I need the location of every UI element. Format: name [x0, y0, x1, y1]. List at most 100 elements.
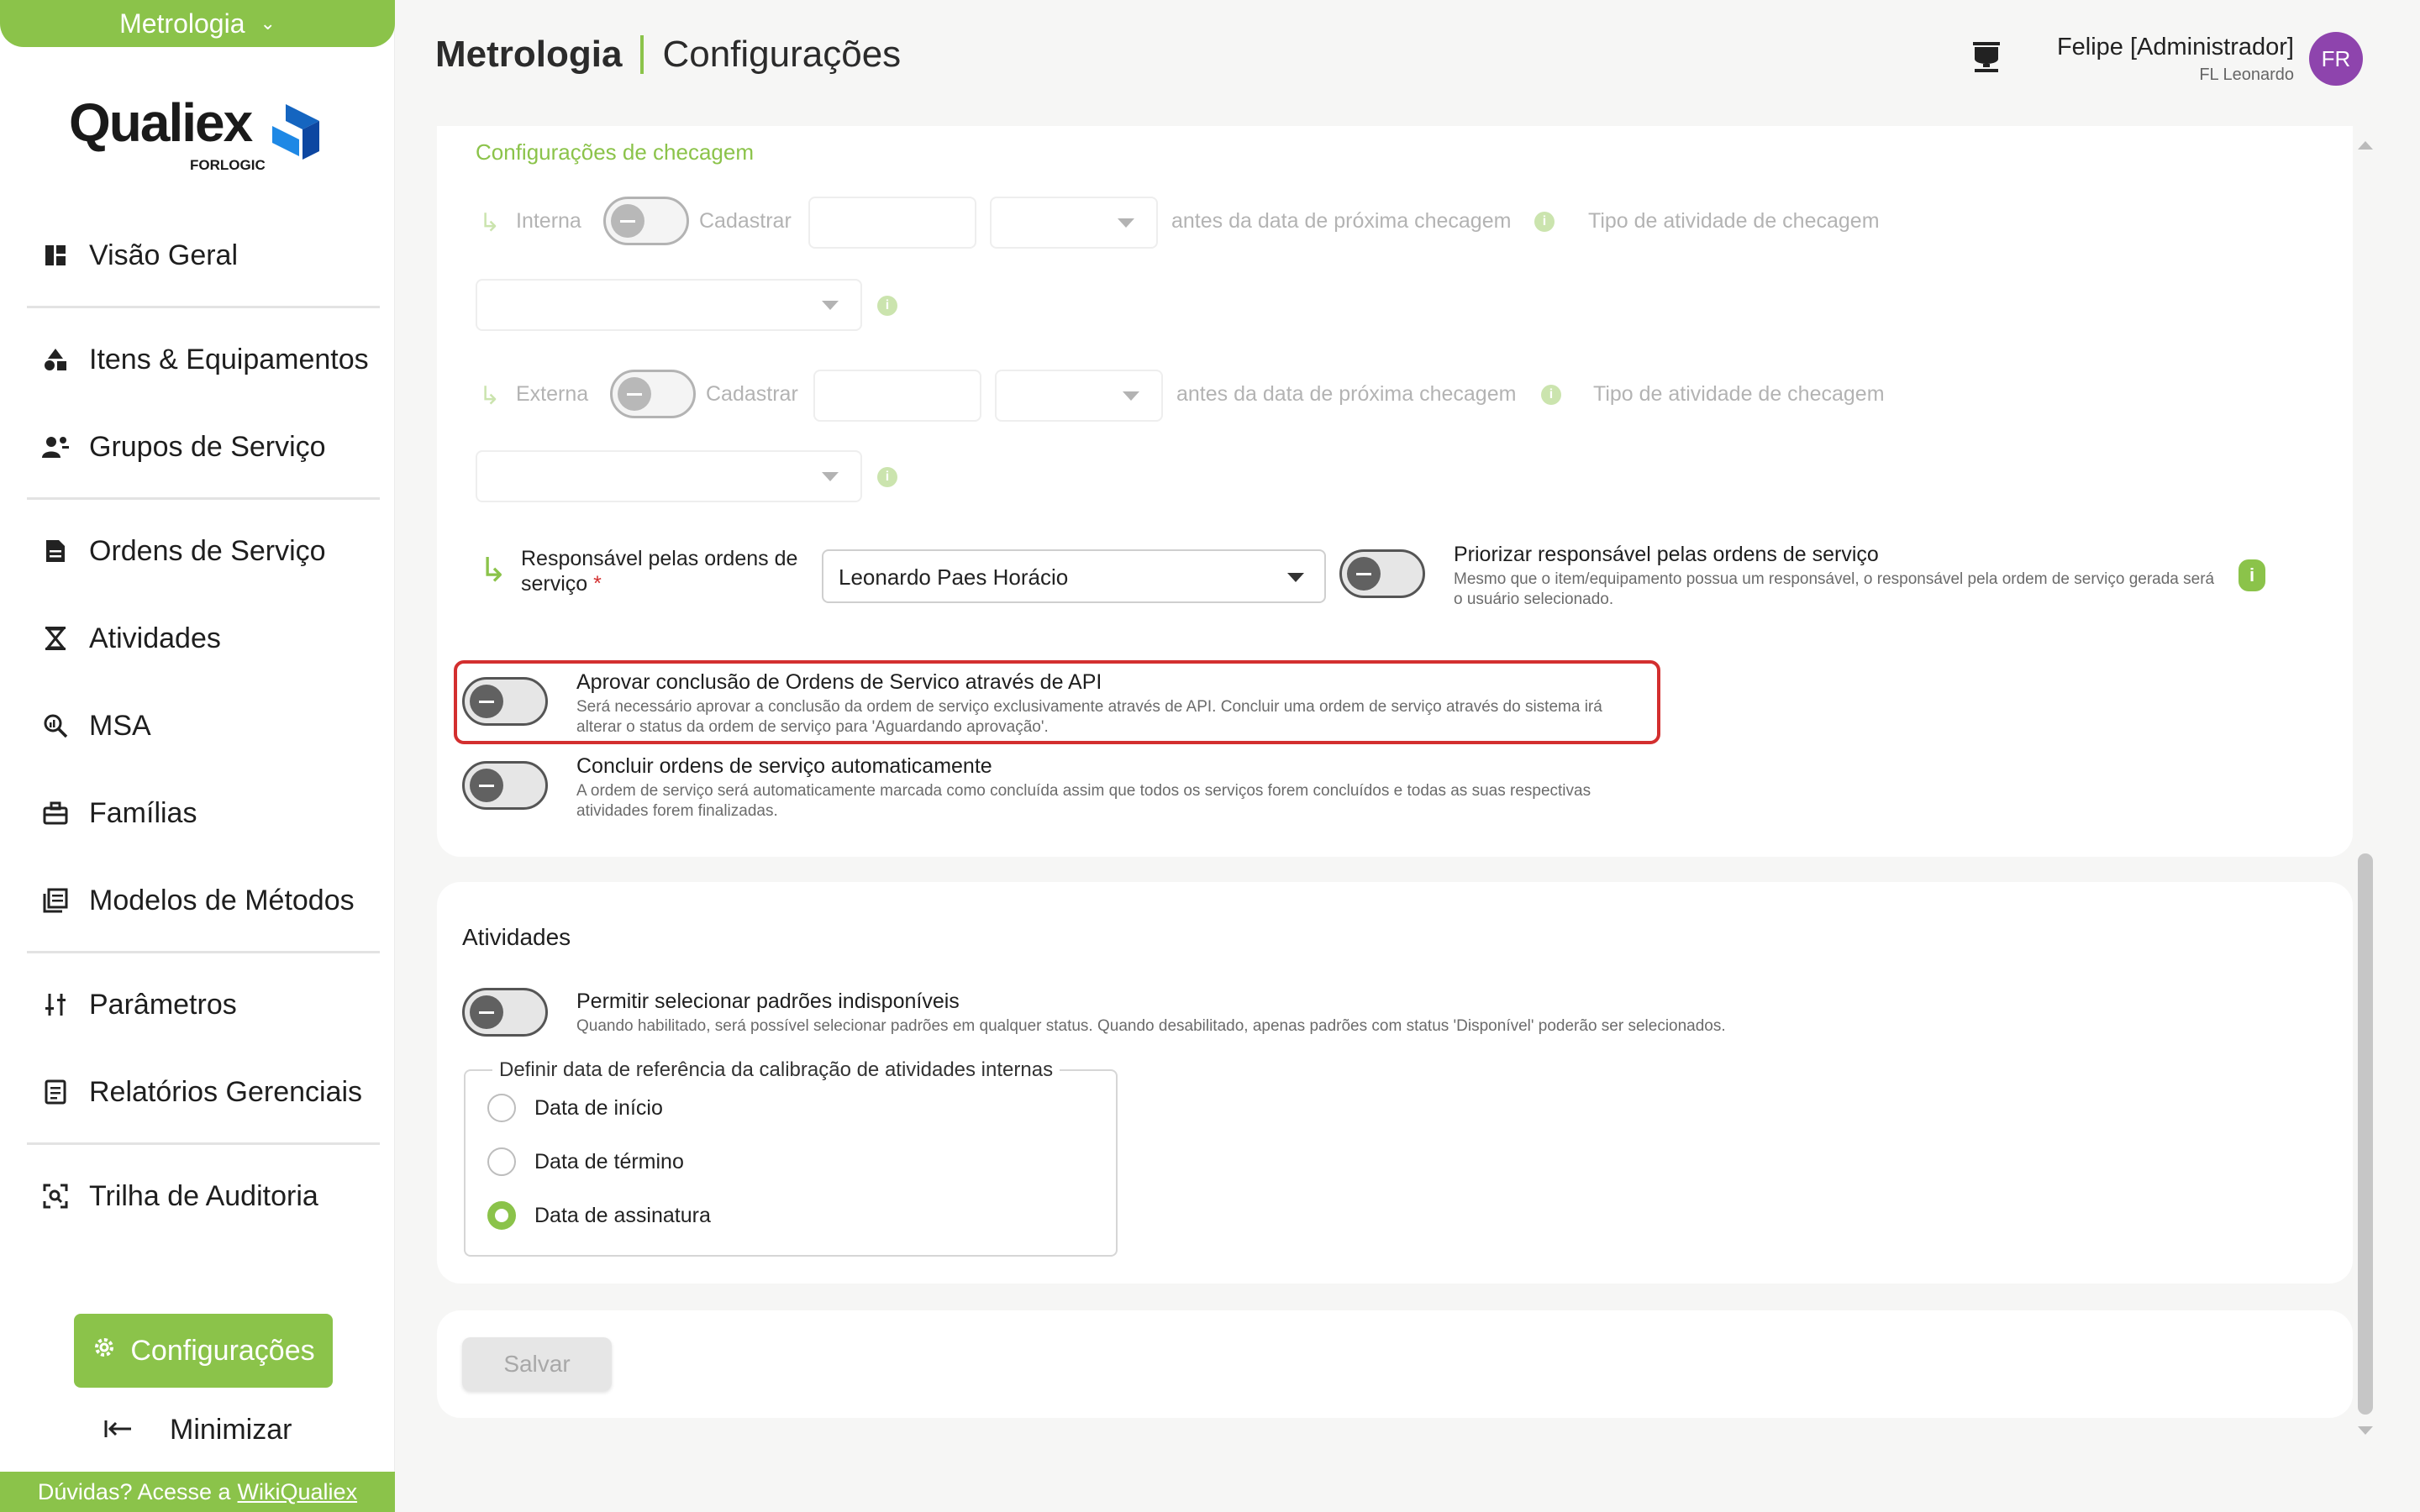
- activities-title: Atividades: [462, 924, 571, 950]
- info-icon[interactable]: i: [2238, 559, 2265, 591]
- gear-icon: [92, 1335, 117, 1368]
- divider: [27, 497, 380, 500]
- dashboard-icon: [40, 240, 71, 270]
- radio-button-selected[interactable]: [487, 1201, 516, 1230]
- auto-complete-title: Concluir ordens de serviço automaticamen…: [576, 754, 992, 778]
- sidebar-item-label: Famílias: [89, 796, 197, 829]
- before-date-label: antes da data de próxima checagem: [1171, 209, 1512, 233]
- scrollbar-thumb[interactable]: [2358, 853, 2373, 1415]
- prioritize-title: Priorizar responsável pelas ordens de se…: [1454, 543, 1879, 566]
- radio-label: Data de término: [534, 1149, 684, 1173]
- radio-data-termino[interactable]: Data de término: [487, 1147, 684, 1176]
- sidebar-item-trilha-auditoria[interactable]: Trilha de Auditoria: [40, 1171, 376, 1221]
- reference-date-legend: Definir data de referência da calibração…: [499, 1058, 1054, 1081]
- chevron-down-icon: [822, 472, 839, 481]
- internal-label: Interna: [516, 209, 581, 233]
- internal-activity-type-select[interactable]: [476, 279, 862, 331]
- radio-button[interactable]: [487, 1094, 516, 1122]
- sidebar: Metrologia ⌄ Qualiex FORLOGIC Visão Gera…: [0, 0, 395, 1512]
- scroll-down-arrow[interactable]: [2358, 1426, 2373, 1435]
- library-icon: [40, 885, 71, 916]
- group-icon: [40, 432, 71, 462]
- minimize-button[interactable]: Minimizar: [104, 1408, 292, 1452]
- internal-toggle[interactable]: [603, 197, 689, 245]
- hourglass-icon: [40, 623, 71, 654]
- external-unit-select[interactable]: [995, 370, 1163, 422]
- sidebar-item-label: Visão Geral: [89, 239, 239, 271]
- sidebar-item-atividades[interactable]: Atividades: [40, 613, 376, 664]
- unavailable-standards-desc: Quando habilitado, será possível selecio…: [576, 1017, 1726, 1035]
- register-label: Cadastrar: [706, 382, 798, 406]
- auto-complete-toggle[interactable]: [462, 761, 548, 810]
- approve-api-toggle[interactable]: [462, 677, 548, 726]
- collapse-icon: [104, 1414, 133, 1446]
- unavailable-standards-toggle[interactable]: [462, 988, 548, 1037]
- sidebar-item-label: Relatórios Gerenciais: [89, 1075, 363, 1108]
- sidebar-item-modelos-metodos[interactable]: Modelos de Métodos: [40, 875, 376, 926]
- activity-type-label: Tipo de atividade de checagem: [1593, 382, 1885, 406]
- scroll-up-arrow[interactable]: [2358, 141, 2373, 150]
- approve-api-title: Aprovar conclusão de Ordens de Servico a…: [576, 670, 1102, 694]
- external-days-input[interactable]: [813, 370, 981, 422]
- check-config-title: Configurações de checagem: [476, 139, 754, 165]
- wiki-link[interactable]: WikiQualiex: [238, 1479, 358, 1505]
- shapes-icon: [40, 344, 71, 375]
- sidebar-item-ordens-servico[interactable]: Ordens de Serviço: [40, 526, 376, 576]
- activity-type-label: Tipo de atividade de checagem: [1588, 209, 1880, 233]
- info-icon[interactable]: i: [1534, 212, 1555, 232]
- coffee-cup-icon[interactable]: [1968, 39, 2005, 76]
- sidebar-item-grupos-servico[interactable]: Grupos de Serviço: [40, 422, 376, 472]
- sidebar-item-visao-geral[interactable]: Visão Geral: [40, 230, 376, 281]
- sidebar-item-relatorios[interactable]: Relatórios Gerenciais: [40, 1067, 376, 1117]
- internal-unit-select[interactable]: [990, 197, 1158, 249]
- configuracoes-label: Configurações: [130, 1334, 315, 1367]
- sidebar-item-label: Grupos de Serviço: [89, 430, 326, 463]
- user-name[interactable]: Felipe [Administrador]: [2057, 34, 2294, 61]
- magnifier-chart-icon: [40, 711, 71, 741]
- svg-text:Qualiex: Qualiex: [69, 92, 254, 153]
- page-title: Metrologia Configurações: [435, 34, 901, 76]
- radio-data-assinatura[interactable]: Data de assinatura: [487, 1201, 711, 1230]
- external-activity-type-select[interactable]: [476, 450, 862, 502]
- internal-days-input[interactable]: [808, 197, 976, 249]
- auto-complete-desc: A ordem de serviço será automaticamente …: [576, 782, 1591, 820]
- configuracoes-button[interactable]: Configurações: [74, 1314, 333, 1388]
- page-name: Configurações: [662, 34, 902, 75]
- sidebar-item-msa[interactable]: MSA: [40, 701, 376, 751]
- user-company: FL Leonardo: [2199, 66, 2294, 84]
- svg-text:FORLOGIC: FORLOGIC: [190, 157, 266, 171]
- radio-label: Data de início: [534, 1095, 663, 1120]
- external-label: Externa: [516, 382, 589, 406]
- chevron-down-icon: [1287, 573, 1304, 582]
- radio-button[interactable]: [487, 1147, 516, 1176]
- module-selector[interactable]: Metrologia ⌄: [0, 0, 395, 47]
- scan-icon: [40, 1181, 71, 1211]
- chevron-down-icon: [822, 301, 839, 310]
- responsible-select[interactable]: Leonardo Paes Horácio: [822, 549, 1326, 603]
- radio-data-inicio[interactable]: Data de início: [487, 1094, 663, 1122]
- divider: [27, 1142, 380, 1145]
- prioritize-toggle[interactable]: [1339, 549, 1425, 598]
- info-icon[interactable]: i: [877, 467, 897, 487]
- title-divider: [640, 35, 644, 74]
- sidebar-item-label: MSA: [89, 709, 151, 742]
- responsible-value: Leonardo Paes Horácio: [839, 564, 1069, 590]
- subdirectory-arrow-icon: ↳: [479, 382, 501, 410]
- info-icon[interactable]: i: [877, 296, 897, 316]
- divider: [27, 951, 380, 953]
- register-label: Cadastrar: [699, 209, 792, 233]
- external-toggle[interactable]: [610, 370, 696, 418]
- sidebar-item-familias[interactable]: Famílias: [40, 788, 376, 838]
- sidebar-item-label: Trilha de Auditoria: [89, 1179, 318, 1212]
- divider: [27, 306, 380, 308]
- sidebar-item-itens-equipamentos[interactable]: Itens & Equipamentos: [40, 334, 376, 385]
- info-icon[interactable]: i: [1541, 385, 1561, 405]
- minimize-label: Minimizar: [170, 1413, 292, 1446]
- avatar[interactable]: FR: [2309, 32, 2363, 86]
- module-label: Metrologia: [119, 8, 245, 39]
- sidebar-item-label: Itens & Equipamentos: [89, 343, 369, 375]
- sidebar-item-label: Ordens de Serviço: [89, 534, 326, 567]
- help-text: Dúvidas? Acesse a: [37, 1478, 231, 1504]
- save-button[interactable]: Salvar: [462, 1337, 612, 1391]
- sidebar-item-parametros[interactable]: Parâmetros: [40, 979, 376, 1030]
